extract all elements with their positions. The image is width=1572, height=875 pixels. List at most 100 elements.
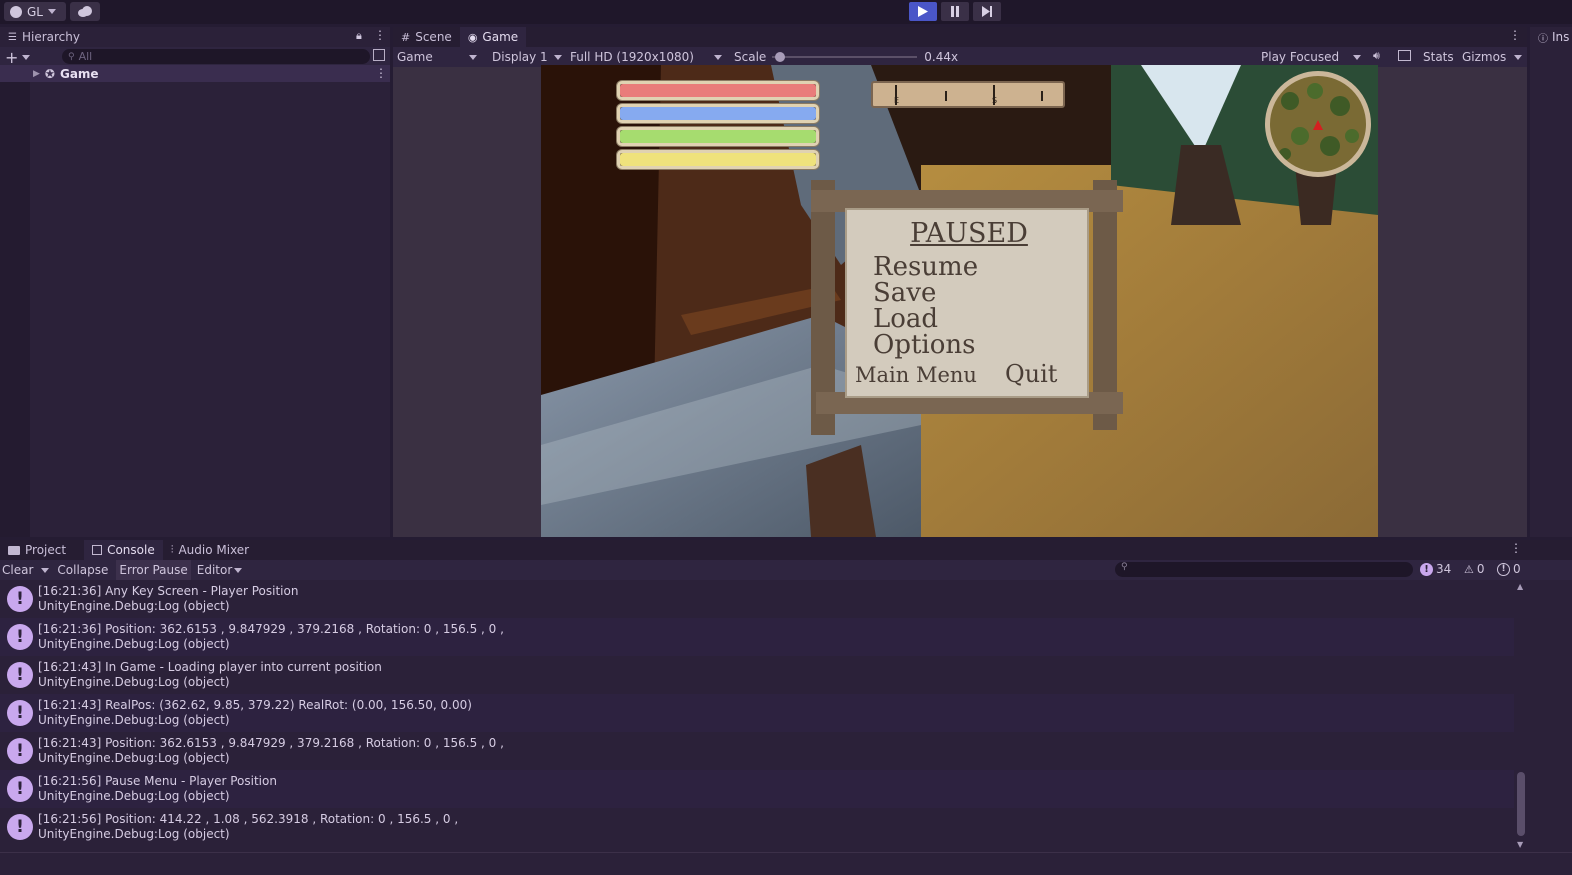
more-icon[interactable]: ⋮	[1509, 28, 1521, 42]
error-pause-button[interactable]: Error Pause	[116, 560, 191, 580]
top-toolbar: GL	[0, 0, 1572, 24]
menu-main-menu-button[interactable]: Main Menu	[855, 363, 977, 387]
hierarchy-item-game[interactable]: ▶ ✪ Game ⋮	[0, 65, 390, 82]
tab-console[interactable]: Console	[84, 540, 163, 560]
hierarchy-gutter	[0, 82, 30, 537]
more-icon[interactable]: ⋮	[1510, 541, 1522, 555]
scale-slider-track	[772, 56, 918, 58]
menu-options-button[interactable]: Options	[873, 332, 975, 358]
scale-slider[interactable]	[772, 47, 918, 67]
console-log-row[interactable]: ! [16:21:43] RealPos: (362.62, 9.85, 379.…	[0, 694, 1514, 732]
gizmos-button[interactable]: Gizmos	[1462, 50, 1506, 64]
log-text: [16:21:36] Position: 362.6153 , 9.847929…	[38, 622, 504, 652]
tab-project[interactable]: Project	[0, 540, 74, 560]
clear-options-chevron-down-icon[interactable]	[41, 567, 50, 573]
scene-filter-icon[interactable]	[373, 49, 385, 61]
menu-quit-button[interactable]: Quit	[1005, 360, 1057, 388]
hud-bar-fill	[620, 84, 816, 97]
play-button[interactable]	[909, 2, 937, 21]
log-text: [16:21:36] Any Key Screen - Player Posit…	[38, 584, 298, 614]
chevron-down-icon	[554, 54, 562, 60]
info-message-icon: !	[7, 738, 33, 764]
scroll-down-icon[interactable]: ▼	[1517, 840, 1523, 849]
lock-icon[interactable]: 🔒︎	[356, 29, 362, 43]
menu-save-button[interactable]: Save	[873, 280, 936, 306]
search-icon: ⚲	[1121, 562, 1128, 572]
scale-slider-thumb[interactable]	[774, 52, 785, 62]
resolution-dropdown[interactable]: Full HD (1920x1080)	[566, 47, 726, 67]
scroll-up-icon[interactable]: ▲	[1517, 582, 1523, 591]
tab-game[interactable]: ◉ Game	[459, 27, 527, 47]
menu-load-button[interactable]: Load	[873, 306, 938, 332]
compass-mark-s: S	[992, 96, 998, 105]
tab-project-label: Project	[25, 543, 67, 557]
console-log-row[interactable]: ! [16:21:43] In Game - Loading player int…	[0, 656, 1514, 694]
log-message: [16:21:36] Any Key Screen - Player Posit…	[38, 584, 299, 598]
log-stacktrace: UnityEngine.Debug:Log (object)	[38, 637, 230, 651]
log-message: [16:21:43] RealPos: (362.62, 9.85, 379.2…	[38, 698, 472, 712]
cloud-button[interactable]	[70, 2, 100, 21]
warning-count: 0	[1476, 562, 1485, 576]
tab-inspector[interactable]: ⓘ Ins	[1530, 27, 1572, 47]
scene-tab-header: # Scene ◉ Game ⋮	[393, 27, 1527, 47]
game-mode-dropdown[interactable]: Game	[393, 47, 481, 67]
editor-target-dropdown[interactable]: Editor	[197, 563, 233, 577]
more-icon[interactable]: ⋮	[374, 28, 386, 42]
hud-bar-stamina	[617, 127, 819, 146]
mute-audio-icon[interactable]: 🔊︎	[1373, 49, 1380, 63]
step-button[interactable]	[973, 2, 1001, 21]
play-mode-dropdown[interactable]: Play Focused	[1257, 47, 1365, 67]
console-log-row[interactable]: ! [16:21:43] Position: 362.6153 , 9.84792…	[0, 732, 1514, 770]
error-count-toggle[interactable]: ! 0	[1497, 562, 1521, 576]
warning-count-toggle[interactable]: ⚠ 0	[1464, 562, 1485, 576]
log-stacktrace: UnityEngine.Debug:Log (object)	[38, 599, 230, 613]
add-icon[interactable]: +	[5, 48, 18, 67]
tab-scene[interactable]: # Scene	[393, 27, 460, 47]
stats-button[interactable]: Stats	[1423, 50, 1454, 64]
info-message-icon: !	[7, 700, 33, 726]
console-log-row[interactable]: ! [16:21:56] Pause Menu - Player Position…	[0, 770, 1514, 808]
list-icon: ☰	[8, 31, 17, 43]
scale-value: 0.44x	[924, 50, 959, 64]
resolution-label: Full HD (1920x1080)	[570, 50, 694, 64]
console-scrollbar[interactable]: ▲ ▼	[1516, 582, 1526, 852]
more-icon[interactable]: ⋮	[375, 66, 387, 80]
tab-hierarchy[interactable]: ☰ Hierarchy	[0, 27, 88, 47]
console-log-row[interactable]: ! [16:21:36] Position: 362.6153 , 9.84792…	[0, 618, 1514, 656]
inspector-panel: ⓘ Ins	[1530, 27, 1572, 537]
unity-scene-icon: ✪	[44, 66, 55, 81]
menu-resume-button[interactable]: Resume	[873, 254, 978, 280]
console-search-input[interactable]: ⚲	[1115, 562, 1413, 577]
clear-button[interactable]: Clear	[2, 563, 33, 577]
scale-label: Scale	[734, 50, 767, 64]
grid-icon: #	[401, 30, 411, 44]
info-message-icon: !	[7, 814, 33, 840]
scrollbar-thumb[interactable]	[1517, 772, 1525, 836]
expand-arrow-icon[interactable]: ▶	[33, 69, 40, 79]
collapse-button[interactable]: Collapse	[57, 563, 108, 577]
gizmos-chevron-down-icon[interactable]	[1514, 55, 1522, 60]
keyboard-icon[interactable]	[1398, 50, 1411, 61]
player-marker-icon	[1313, 120, 1323, 130]
chevron-down-icon[interactable]	[22, 54, 31, 60]
hierarchy-toolbar: + ⚲ All	[0, 47, 390, 67]
pause-button[interactable]	[941, 2, 969, 21]
console-log-list[interactable]: ! [16:21:36] Any Key Screen - Player Posi…	[0, 580, 1514, 852]
info-message-icon: !	[7, 776, 33, 802]
display-dropdown[interactable]: Display 1	[488, 47, 566, 67]
account-dropdown[interactable]: GL	[4, 2, 66, 21]
tab-audio-mixer[interactable]: ⫶ Audio Mixer	[163, 540, 257, 560]
log-text: [16:21:43] In Game - Loading player into…	[38, 660, 382, 690]
console-log-row[interactable]: ! [16:21:56] Position: 414.22 , 1.08 , 56…	[0, 808, 1514, 846]
hierarchy-search-input[interactable]: ⚲ All	[62, 49, 370, 64]
console-log-row[interactable]: ! [16:21:36] Any Key Screen - Player Posi…	[0, 580, 1514, 618]
hierarchy-title: Hierarchy	[21, 30, 80, 44]
log-message: [16:21:36] Position: 362.6153 , 9.847929…	[38, 622, 504, 636]
console-toolbar: Clear Collapse Error Pause Editor ⚲ ! 34…	[0, 560, 1572, 580]
chevron-down-icon[interactable]	[234, 567, 243, 573]
minimap	[1265, 71, 1371, 177]
info-count-toggle[interactable]: ! 34	[1420, 562, 1451, 576]
account-icon	[10, 5, 22, 18]
log-text: [16:21:43] RealPos: (362.62, 9.85, 379.2…	[38, 698, 472, 728]
minimap-terrain	[1279, 83, 1359, 160]
